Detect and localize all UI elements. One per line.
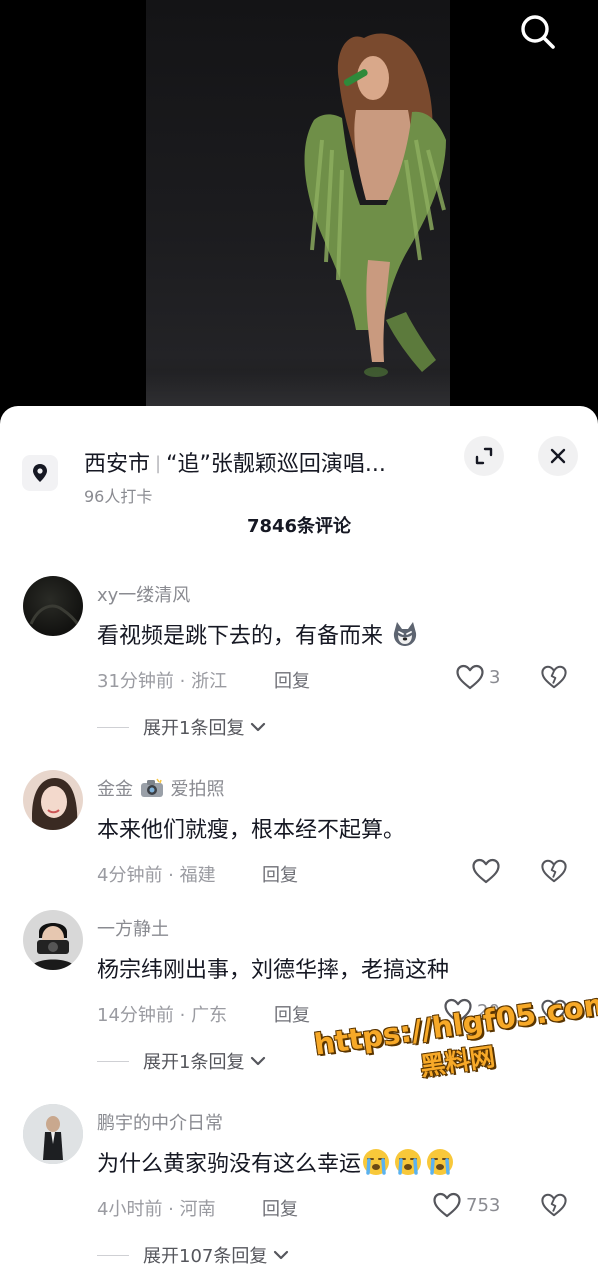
chevron-down-icon (250, 1055, 266, 1067)
close-icon (550, 448, 566, 464)
expand-replies-button[interactable]: 展开1条回复 (97, 714, 266, 740)
dislike-button[interactable] (539, 1190, 569, 1220)
title-separator: | (155, 453, 162, 474)
comment-username[interactable]: xy一缕清风 (97, 581, 190, 607)
comment-text: 看视频是跳下去的，有备而来 (97, 618, 420, 655)
comment-count: 7846条评论 (246, 516, 352, 537)
search-icon (521, 15, 555, 49)
search-button[interactable] (516, 10, 560, 54)
expand-replies-label: 展开1条回复 (143, 1052, 245, 1073)
heart-icon (456, 664, 484, 690)
comment-username[interactable]: 鹏宇的中介日常 (97, 1109, 223, 1135)
broken-heart-icon (541, 665, 567, 689)
broken-heart-icon (541, 999, 567, 1023)
comment-body: 看视频是跳下去的，有备而来 (97, 624, 384, 649)
video-player[interactable] (0, 0, 598, 420)
comment-text: 本来他们就瘦，根本经不起算。 (97, 818, 406, 843)
like-button[interactable]: 753 (432, 1190, 500, 1220)
close-button[interactable] (538, 436, 578, 476)
location-city: 西安市 (84, 452, 151, 477)
username-part: 爱拍照 (170, 779, 225, 800)
comment-sheet: 西安市 | “追”张靓颖巡回演唱... 96人打卡 7846条评论 xy一缕清风 看… (0, 406, 598, 1280)
like-button[interactable] (471, 856, 505, 886)
avatar[interactable] (23, 1104, 83, 1164)
video-frame (146, 0, 450, 420)
chevron-down-icon (273, 1249, 289, 1261)
expand-replies-button[interactable]: 展开107条回复 (97, 1242, 289, 1268)
heart-icon (433, 1192, 461, 1218)
broken-heart-icon (541, 859, 567, 883)
checkin-count: 96人打卡 (84, 487, 153, 506)
comment-body: 为什么黄家驹没有这么幸运 (97, 1152, 362, 1177)
comment-time-location: 4小时前 · 河南 (97, 1199, 216, 1220)
expand-replies-label: 展开107条回复 (143, 1246, 268, 1267)
like-count: 20 (477, 1000, 500, 1022)
husky-emoji-icon (390, 619, 420, 655)
reply-button[interactable]: 回复 (262, 1195, 298, 1221)
reply-button[interactable]: 回复 (274, 667, 310, 693)
broken-heart-icon (541, 1193, 567, 1217)
comment-text: 杨宗纬刚出事，刘德华摔，老搞这种 (97, 958, 450, 983)
location-pin-icon (22, 455, 58, 491)
dislike-button[interactable] (539, 856, 569, 886)
dislike-button[interactable] (539, 662, 569, 692)
expand-replies-button[interactable]: 展开1条回复 (97, 1048, 266, 1074)
chevron-down-icon (250, 721, 266, 733)
location-header[interactable]: 西安市 | “追”张靓颖巡回演唱... 96人打卡 (0, 422, 598, 506)
username-part: 金金 (97, 779, 133, 800)
crying-emoji-icon (361, 1147, 457, 1183)
expand-button[interactable] (464, 436, 504, 476)
expand-replies-label: 展开1条回复 (143, 718, 245, 739)
avatar[interactable] (23, 770, 83, 830)
comment-username[interactable]: 金金 爱拍照 (97, 775, 224, 804)
location-event: “追”张靓颖巡回演唱... (166, 452, 386, 477)
reply-button[interactable]: 回复 (274, 1001, 310, 1027)
divider (97, 1254, 129, 1256)
comment-time-location: 14分钟前 · 广东 (97, 1005, 228, 1026)
expand-icon (475, 447, 493, 465)
dislike-button[interactable] (539, 996, 569, 1026)
like-button[interactable]: 20 (443, 996, 500, 1026)
camera-emoji-icon (139, 777, 165, 804)
reply-button[interactable]: 回复 (262, 861, 298, 887)
performer-image (304, 33, 446, 377)
comment-text: 为什么黄家驹没有这么幸运 (97, 1146, 457, 1183)
location-title[interactable]: 西安市 | “追”张靓颖巡回演唱... (84, 446, 429, 478)
avatar[interactable] (23, 910, 83, 970)
heart-icon (444, 998, 472, 1024)
divider (97, 726, 129, 728)
divider (97, 1060, 129, 1062)
heart-icon (472, 858, 500, 884)
comment-username[interactable]: 一方静土 (97, 915, 169, 941)
like-button[interactable]: 3 (455, 662, 500, 692)
avatar[interactable] (23, 576, 83, 636)
like-count: 3 (489, 666, 501, 688)
like-count: 753 (466, 1194, 501, 1216)
comment-time-location: 4分钟前 · 福建 (97, 865, 216, 886)
comment-time-location: 31分钟前 · 浙江 (97, 671, 228, 692)
